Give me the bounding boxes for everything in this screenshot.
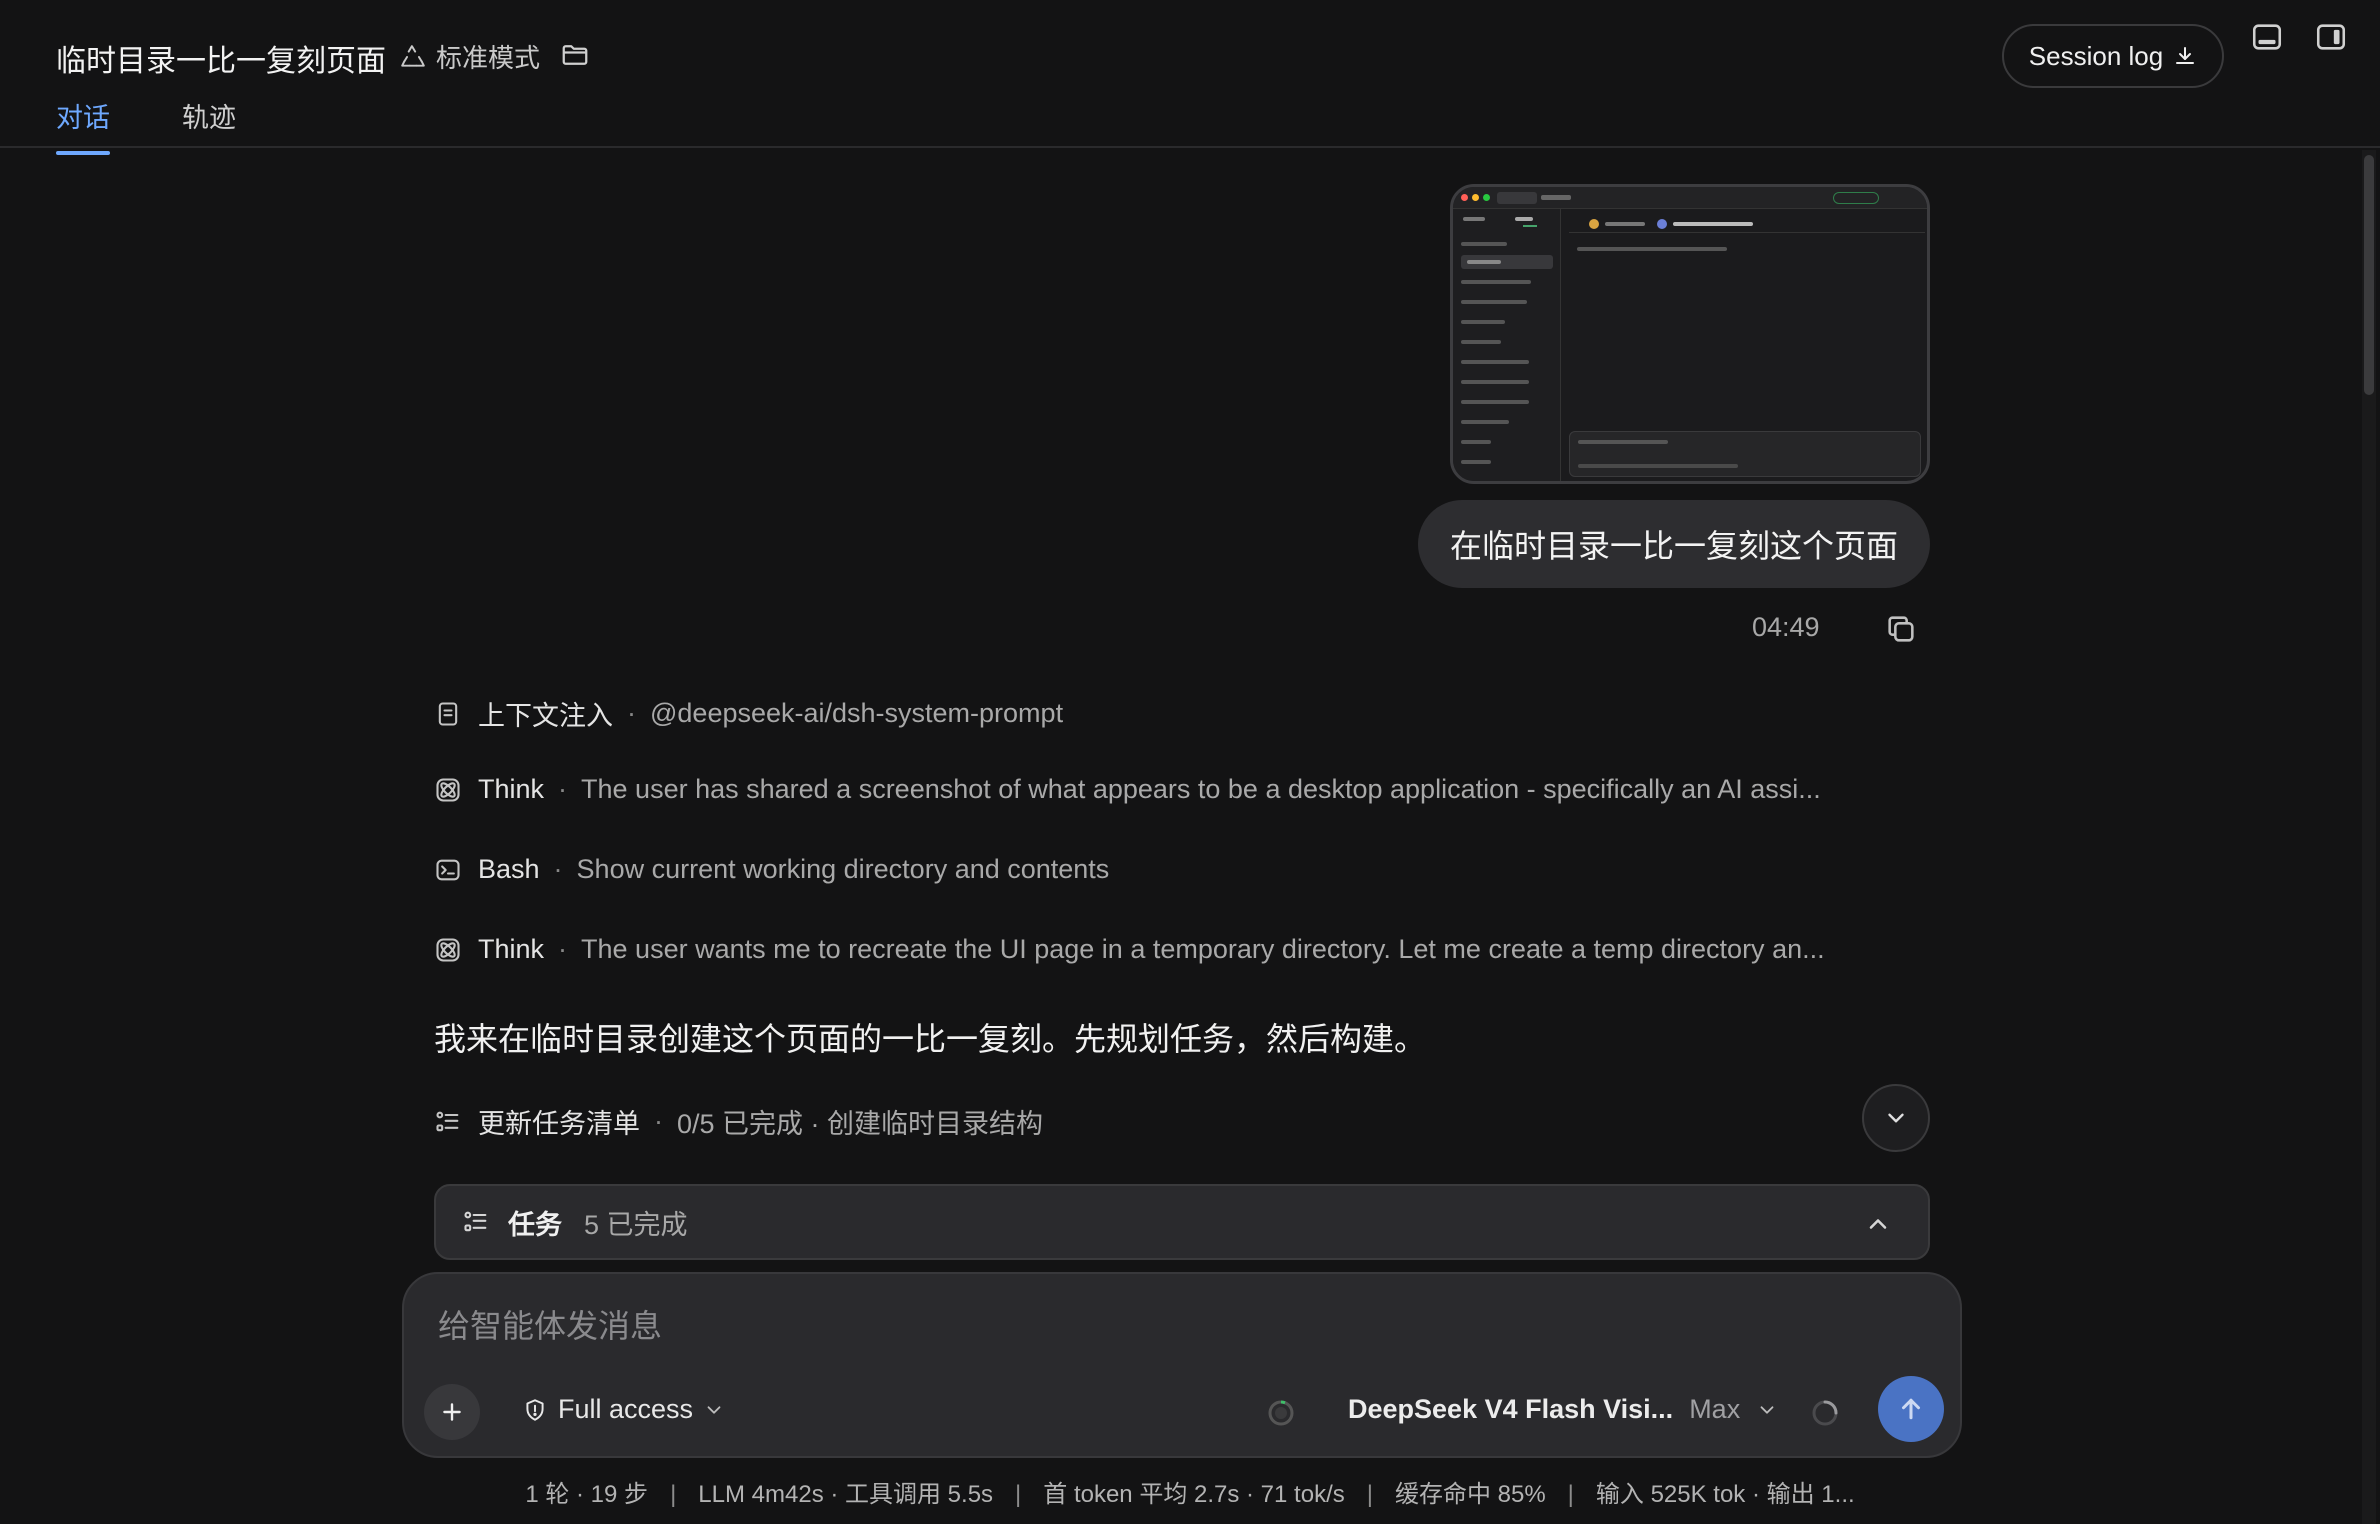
add-attachment-button[interactable] bbox=[424, 1384, 480, 1440]
message-composer: Full access DeepSeek V4 Flash Visi... Ma… bbox=[402, 1272, 1962, 1458]
task-list-icon bbox=[464, 1211, 487, 1232]
plus-icon bbox=[443, 1403, 461, 1421]
model-selector[interactable]: DeepSeek V4 Flash Visi... Max bbox=[1348, 1394, 1778, 1425]
send-button[interactable] bbox=[1878, 1376, 1944, 1442]
context-usage-ring-icon[interactable] bbox=[1266, 1398, 1296, 1428]
step-description: 0/5 已完成 · 创建临时目录结构 bbox=[677, 1109, 1044, 1139]
task-panel[interactable]: 任务 5 已完成 bbox=[434, 1184, 1930, 1260]
separator-dot: · bbox=[627, 698, 636, 728]
step-label: 更新任务清单 bbox=[478, 1109, 640, 1139]
recycle-icon bbox=[401, 44, 425, 67]
right-panel-toggle-icon[interactable] bbox=[2314, 20, 2348, 54]
access-mode-label: Full access bbox=[558, 1394, 694, 1424]
terminal-icon bbox=[436, 859, 460, 880]
step-update-task-list[interactable]: 更新任务清单 · 0/5 已完成 · 创建临时目录结构 bbox=[434, 1102, 1814, 1141]
think-icon bbox=[436, 937, 460, 962]
user-message-bubble: 在临时目录一比一复刻这个页面 bbox=[1418, 500, 1931, 588]
page-title: 临时目录一比一复刻页面 bbox=[56, 45, 386, 78]
think-icon bbox=[436, 777, 460, 802]
folder-icon[interactable] bbox=[560, 40, 590, 70]
screenshot-titlebar bbox=[1453, 187, 1927, 209]
screenshot-chat-header bbox=[1569, 215, 1925, 233]
document-icon bbox=[438, 701, 458, 726]
separator-dot: · bbox=[558, 774, 568, 804]
step-label: Bash bbox=[478, 854, 540, 884]
chevron-down-icon bbox=[707, 1405, 721, 1414]
mode-label: 标准模式 bbox=[436, 43, 541, 73]
scroll-to-bottom-button[interactable] bbox=[1862, 1084, 1930, 1152]
loading-spinner-icon bbox=[1812, 1400, 1838, 1426]
top-bar: 临时目录一比一复刻页面 标准模式 Session log 对话 轨迹 bbox=[0, 0, 2380, 155]
step-description: The user wants me to recreate the UI pag… bbox=[581, 934, 1825, 964]
shield-icon bbox=[526, 1398, 544, 1421]
tab-bar: 对话 轨迹 bbox=[56, 96, 236, 155]
task-panel-title: 任务 bbox=[508, 1209, 562, 1240]
step-label: Think bbox=[478, 934, 545, 964]
tab-conversation[interactable]: 对话 bbox=[56, 96, 110, 155]
step-context-injection[interactable]: 上下文注入 · @deepseek-ai/dsh-system-prompt bbox=[434, 694, 1934, 733]
chevron-up-icon[interactable] bbox=[1864, 1210, 1892, 1238]
message-input[interactable] bbox=[438, 1308, 1838, 1345]
stat-cache-hit: 缓存命中 85% bbox=[1394, 1481, 1546, 1508]
stat-llm-tool-time: LLM 4m42s · 工具调用 5.5s bbox=[698, 1481, 994, 1508]
step-label: Think bbox=[478, 774, 545, 804]
attached-screenshot[interactable] bbox=[1450, 184, 1930, 484]
session-log-label: Session log bbox=[2028, 40, 2164, 71]
step-bash[interactable]: Bash · Show current working directory an… bbox=[434, 854, 1934, 885]
stat-token-io: 输入 525K tok · 输出 1... bbox=[1595, 1481, 1855, 1508]
screenshot-composer bbox=[1569, 431, 1921, 477]
assistant-message-text: 我来在临时目录创建这个页面的一比一复刻。先规划任务，然后构建。 bbox=[434, 1021, 1427, 1057]
mode-selector[interactable]: 标准模式 bbox=[400, 38, 540, 75]
reasoning-effort: Max bbox=[1689, 1394, 1741, 1424]
chevron-down-icon bbox=[1760, 1405, 1774, 1414]
copy-icon[interactable] bbox=[1884, 612, 1918, 646]
step-think-2[interactable]: Think · The user wants me to recreate th… bbox=[434, 934, 1934, 965]
screenshot-chat-line bbox=[1577, 247, 1727, 251]
separator-dot: · bbox=[553, 854, 563, 884]
step-description: Show current working directory and conte… bbox=[576, 854, 1110, 884]
download-icon bbox=[2176, 47, 2195, 64]
stat-token-speed: 首 token 平均 2.7s · 71 tok/s bbox=[1043, 1481, 1345, 1508]
user-message-text: 在临时目录一比一复刻这个页面 bbox=[1450, 528, 1899, 564]
model-name: DeepSeek V4 Flash Visi... bbox=[1348, 1394, 1674, 1424]
separator-dot: · bbox=[558, 934, 568, 964]
separator-dot: · bbox=[654, 1106, 663, 1136]
step-think-1[interactable]: Think · The user has shared a screenshot… bbox=[434, 774, 1934, 805]
bottom-panel-toggle-icon[interactable] bbox=[2250, 20, 2284, 54]
arrow-up-icon bbox=[1902, 1398, 1920, 1420]
message-timestamp: 04:49 bbox=[1752, 612, 1820, 642]
step-label: 上下文注入 bbox=[478, 701, 613, 731]
chevron-down-icon bbox=[1888, 1113, 1904, 1123]
access-mode-dropdown[interactable]: Full access bbox=[522, 1394, 725, 1425]
scrollbar-thumb[interactable] bbox=[2364, 155, 2374, 395]
task-panel-count: 5 已完成 bbox=[584, 1209, 688, 1240]
session-stats-bar: 1 轮 · 19 步 | LLM 4m42s · 工具调用 5.5s | 首 token… bbox=[525, 1481, 1855, 1508]
stat-turns-steps: 1 轮 · 19 步 bbox=[525, 1481, 649, 1508]
task-list-icon bbox=[436, 1111, 459, 1131]
step-description: @deepseek-ai/dsh-system-prompt bbox=[650, 698, 1064, 728]
screenshot-sidebar bbox=[1453, 209, 1561, 481]
step-description: The user has shared a screenshot of what… bbox=[581, 774, 1821, 804]
tab-trajectory[interactable]: 轨迹 bbox=[182, 96, 236, 153]
session-log-button[interactable]: Session log bbox=[2002, 24, 2224, 88]
